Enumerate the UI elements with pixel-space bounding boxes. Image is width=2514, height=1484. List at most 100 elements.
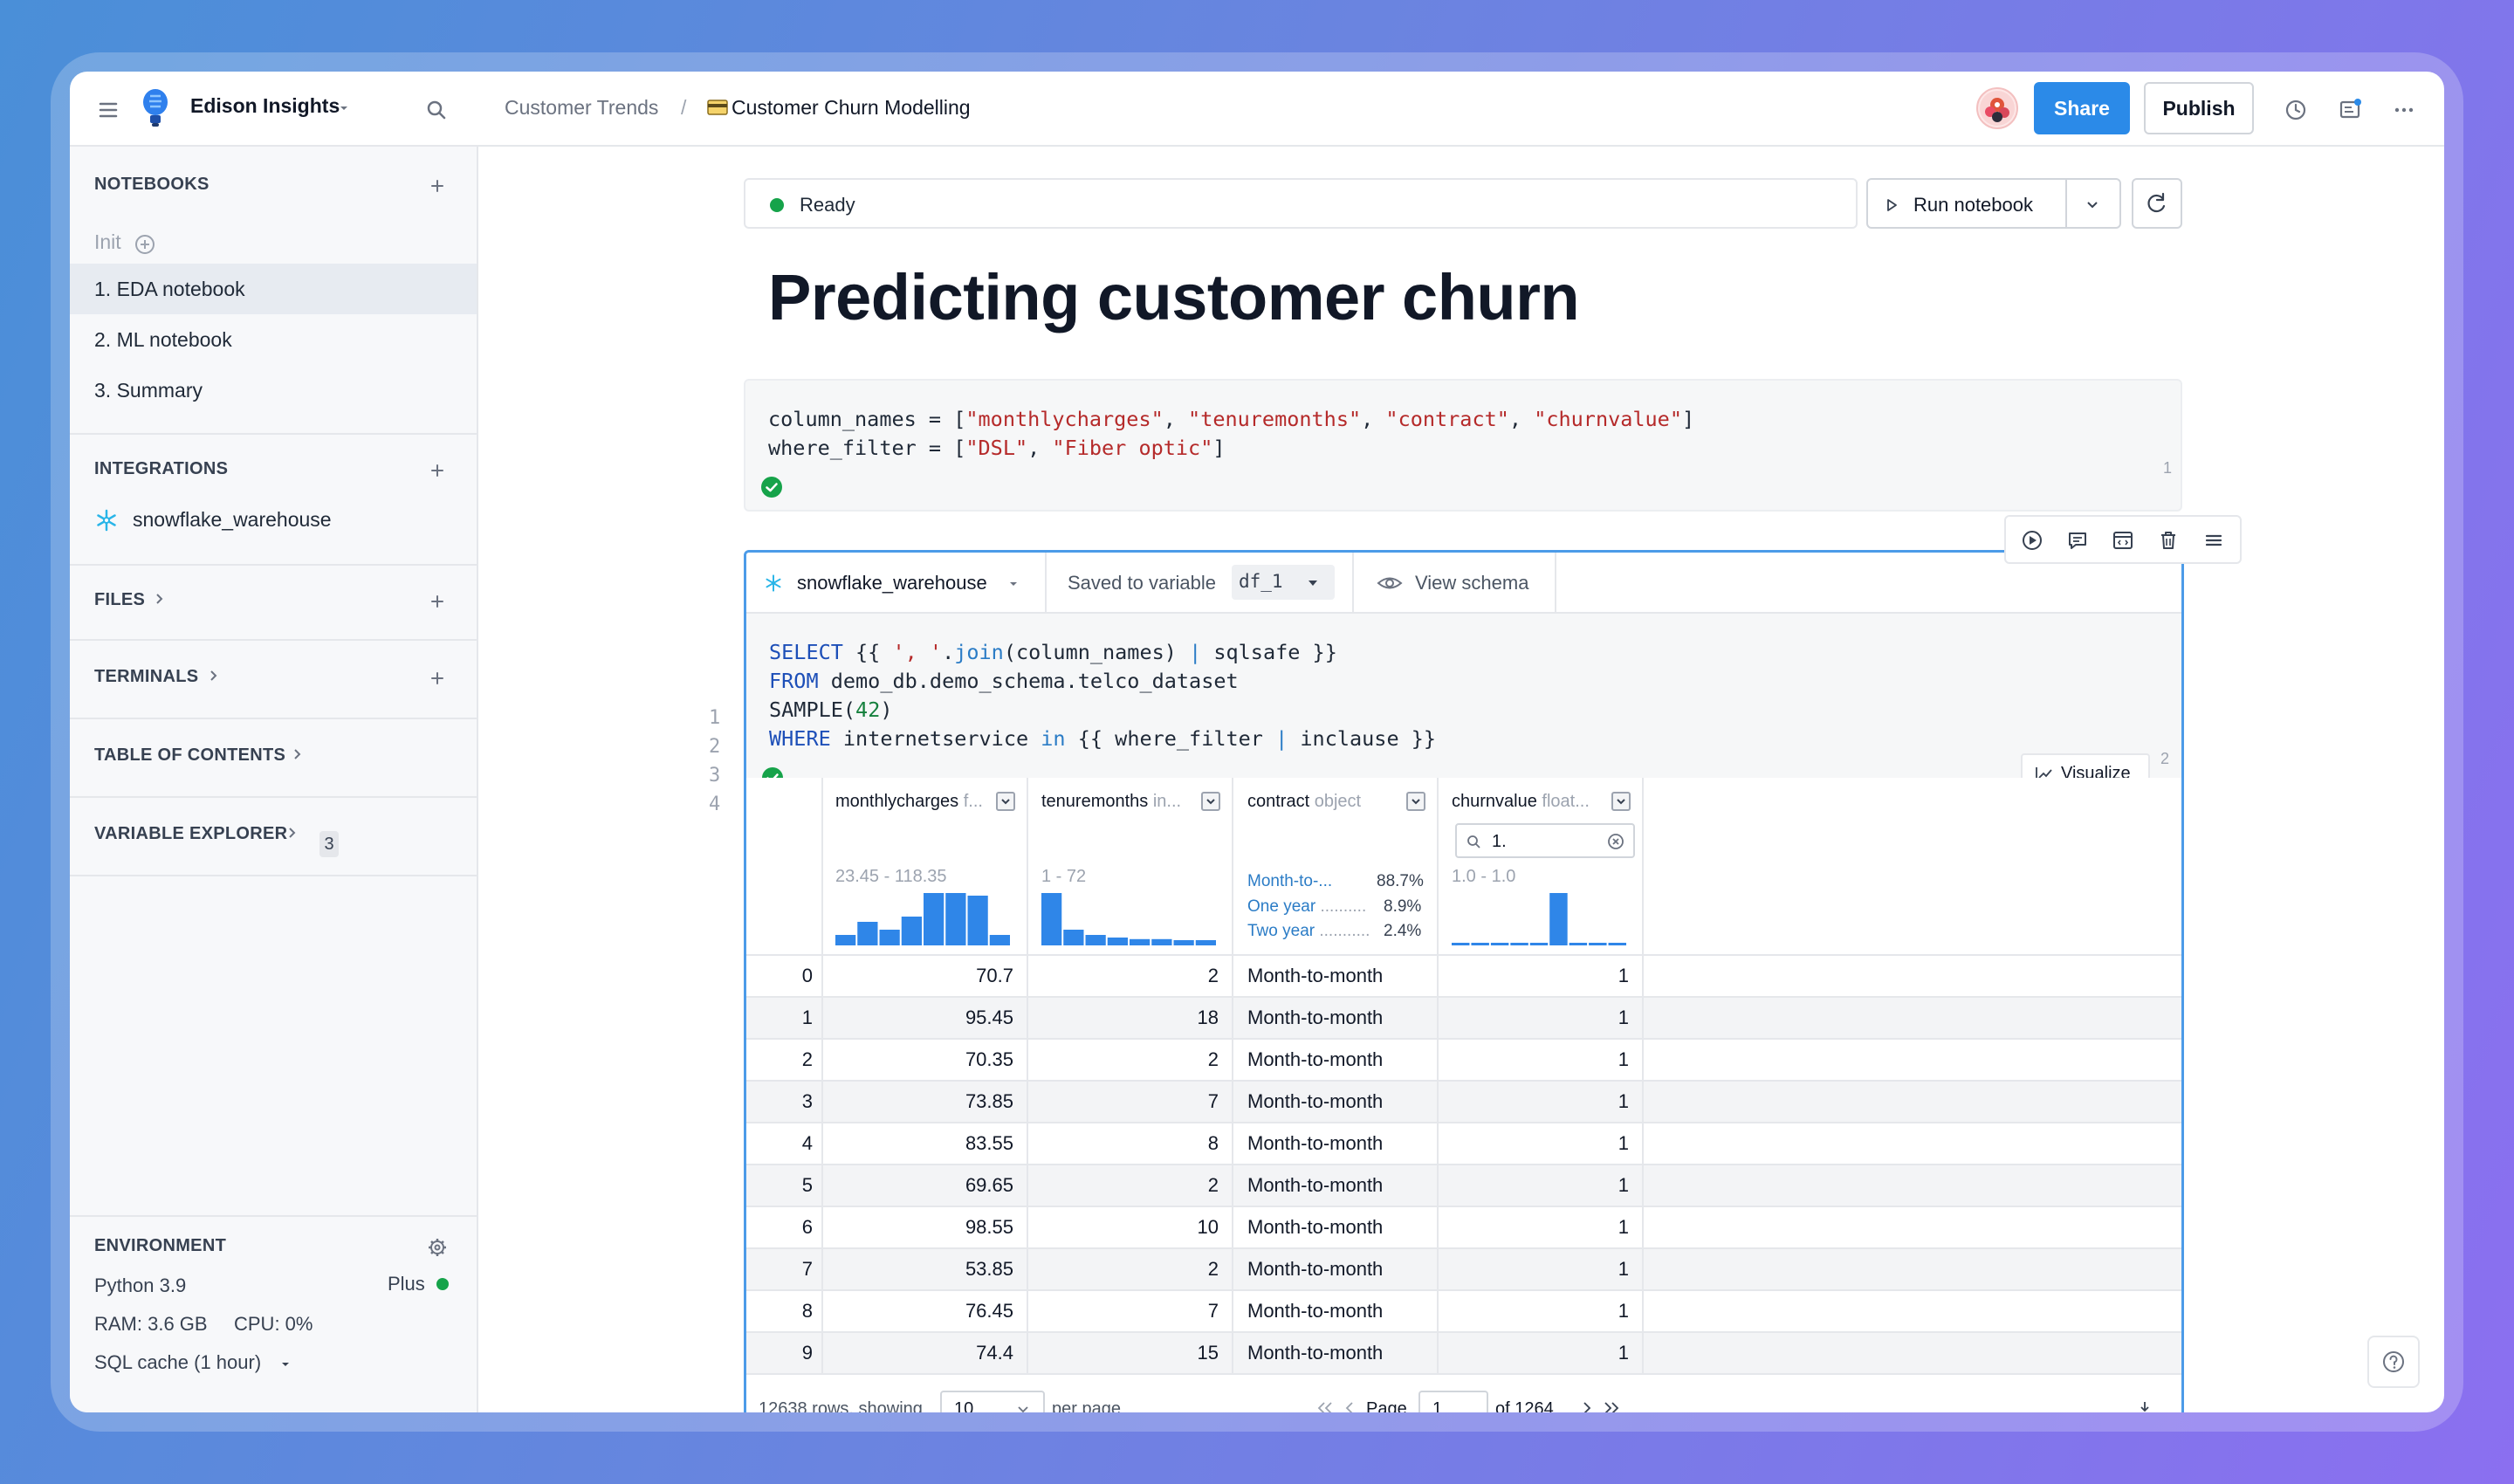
- chevron-down-icon[interactable]: [1015, 1401, 1031, 1412]
- run-notebook-button[interactable]: Run notebook: [1866, 178, 2121, 229]
- search-icon[interactable]: [419, 93, 454, 127]
- gear-icon[interactable]: [424, 1234, 450, 1261]
- code-view-icon[interactable]: [2111, 528, 2135, 553]
- first-page-icon[interactable]: [1314, 1399, 1336, 1412]
- add-circle-icon[interactable]: [133, 232, 157, 257]
- notebooks-section-title: NOTEBOOKS: [94, 175, 210, 194]
- init-notebook-label[interactable]: Init: [94, 230, 121, 254]
- sql-editor[interactable]: SELECT {{ ', '.join(column_names) | sqls…: [746, 614, 2181, 778]
- column-divider: [1642, 778, 1644, 956]
- table-row[interactable]: 4 83.55 8 Month-to-month 1: [746, 1123, 2181, 1165]
- filter-value[interactable]: 1.: [1492, 832, 1507, 852]
- cell-monthlycharges: 76.45: [965, 1300, 1013, 1322]
- table-row[interactable]: 1 95.45 18 Month-to-month 1: [746, 998, 2181, 1040]
- comment-icon[interactable]: [2065, 528, 2090, 553]
- download-icon[interactable]: [2136, 1399, 2153, 1412]
- column-menu-button[interactable]: [1201, 792, 1220, 811]
- table-row[interactable]: 5 69.65 2 Month-to-month 1: [746, 1165, 2181, 1207]
- more-options-icon[interactable]: [2387, 93, 2421, 127]
- category-month-to-month[interactable]: Month-to-...: [1247, 872, 1332, 891]
- table-row[interactable]: 7 53.85 2 Month-to-month 1: [746, 1249, 2181, 1291]
- variable-caret-icon[interactable]: [1305, 575, 1321, 591]
- run-options-chevron-down-icon[interactable]: [2083, 196, 2102, 215]
- sidebar-item-summary[interactable]: 3. Summary: [70, 365, 477, 416]
- cell-monthlycharges: 98.55: [965, 1216, 1013, 1238]
- column-filter-input[interactable]: 1.: [1455, 823, 1635, 858]
- row-index: 2: [801, 1048, 813, 1070]
- warehouse-selector[interactable]: snowflake_warehouse: [797, 572, 987, 594]
- table-row[interactable]: 8 76.45 7 Month-to-month 1: [746, 1291, 2181, 1333]
- column-header-monthlycharges[interactable]: monthlycharges f...: [835, 792, 983, 812]
- run-cell-icon[interactable]: [2020, 528, 2044, 553]
- column-menu-button[interactable]: [1406, 792, 1425, 811]
- integration-snowflake-warehouse[interactable]: snowflake_warehouse: [133, 508, 332, 532]
- comments-icon[interactable]: [2332, 93, 2367, 127]
- add-terminal-plus-icon[interactable]: [424, 665, 450, 691]
- view-schema-button[interactable]: View schema: [1415, 572, 1528, 594]
- page-number-value[interactable]: 1: [1432, 1399, 1442, 1412]
- breadcrumb-notebook[interactable]: Customer Churn Modelling: [732, 96, 971, 120]
- table-row[interactable]: 9 74.4 15 Month-to-month 1: [746, 1333, 2181, 1375]
- help-button[interactable]: [2367, 1336, 2420, 1388]
- table-row[interactable]: 0 70.7 2 Month-to-month 1: [746, 956, 2181, 998]
- app-name[interactable]: Edison Insights: [190, 94, 340, 118]
- sidebar-divider: [70, 564, 478, 566]
- per-page-value[interactable]: 10: [954, 1399, 973, 1412]
- sql-cache-caret-icon[interactable]: [278, 1357, 293, 1372]
- terminals-chevron-right-icon[interactable]: [204, 667, 222, 684]
- previous-page-icon[interactable]: [1342, 1399, 1357, 1412]
- toc-chevron-right-icon[interactable]: [288, 745, 306, 763]
- category-two-year[interactable]: Two year ...........: [1247, 922, 1370, 941]
- sidebar-item-eda-notebook[interactable]: 1. EDA notebook: [70, 264, 477, 314]
- environment-section-title: ENVIRONMENT: [94, 1236, 227, 1255]
- python-code[interactable]: column_names = ["monthlycharges", "tenur…: [768, 405, 1694, 463]
- histogram-bar: [857, 922, 878, 945]
- next-page-icon[interactable]: [1579, 1399, 1595, 1412]
- table-row[interactable]: 3 73.85 7 Month-to-month 1: [746, 1082, 2181, 1123]
- files-section-title[interactable]: FILES: [94, 590, 145, 610]
- per-page-select[interactable]: 10: [940, 1391, 1045, 1412]
- delete-trash-icon[interactable]: [2156, 528, 2181, 553]
- variable-explorer-section-title[interactable]: VARIABLE EXPLORER: [94, 824, 287, 844]
- variable-explorer-chevron-right-icon[interactable]: [283, 824, 300, 842]
- column-menu-button[interactable]: [996, 792, 1015, 811]
- history-clock-icon[interactable]: [2278, 93, 2313, 127]
- sql-cache-selector[interactable]: SQL cache (1 hour): [94, 1351, 261, 1374]
- table-row[interactable]: 6 98.55 10 Month-to-month 1: [746, 1207, 2181, 1249]
- sql-cell-header: snowflake_warehouse Saved to variable df…: [746, 553, 2181, 614]
- category-one-year[interactable]: One year ..........: [1247, 897, 1366, 917]
- clear-filter-icon[interactable]: [1607, 833, 1624, 850]
- variable-name[interactable]: df_1: [1239, 571, 1283, 592]
- column-header-contract[interactable]: contract object: [1247, 792, 1361, 812]
- table-row[interactable]: 2 70.35 2 Month-to-month 1: [746, 1040, 2181, 1082]
- run-notebook-label[interactable]: Run notebook: [1913, 194, 2033, 216]
- cell-monthlycharges: 95.45: [965, 1007, 1013, 1028]
- cell-menu-icon[interactable]: [2201, 528, 2226, 553]
- last-page-icon[interactable]: [1600, 1399, 1623, 1412]
- add-notebook-plus-icon[interactable]: [424, 173, 450, 199]
- eye-icon[interactable]: [1377, 574, 1403, 593]
- page-number-input[interactable]: 1: [1418, 1391, 1488, 1412]
- breadcrumb-project[interactable]: Customer Trends: [505, 96, 658, 120]
- refresh-button[interactable]: [2132, 178, 2182, 229]
- warehouse-caret-icon[interactable]: [1006, 577, 1020, 591]
- variable-name-dropdown[interactable]: df_1: [1232, 565, 1335, 600]
- files-chevron-right-icon[interactable]: [150, 590, 168, 608]
- terminals-section-title[interactable]: TERMINALS: [94, 667, 198, 687]
- refresh-icon: [2147, 192, 2166, 213]
- share-button[interactable]: Share: [2034, 82, 2130, 134]
- sql-code[interactable]: SELECT {{ ', '.join(column_names) | sqls…: [769, 638, 1436, 753]
- python-code-cell[interactable]: column_names = ["monthlycharges", "tenur…: [744, 379, 2182, 512]
- add-file-plus-icon[interactable]: [424, 588, 450, 615]
- table-of-contents-section-title[interactable]: TABLE OF CONTENTS: [94, 745, 285, 766]
- publish-button[interactable]: Publish: [2144, 82, 2254, 134]
- add-integration-plus-icon[interactable]: [424, 457, 450, 484]
- sql-cell[interactable]: snowflake_warehouse Saved to variable df…: [744, 550, 2184, 1412]
- column-menu-button[interactable]: [1611, 792, 1631, 811]
- column-header-churnvalue[interactable]: churnvalue float...: [1452, 792, 1590, 812]
- hamburger-menu-icon[interactable]: [91, 93, 126, 127]
- app-menu-caret-icon[interactable]: [335, 100, 353, 117]
- sidebar-item-ml-notebook[interactable]: 2. ML notebook: [70, 314, 477, 365]
- column-header-tenuremonths[interactable]: tenuremonths in...: [1041, 792, 1181, 812]
- user-avatar[interactable]: [1976, 87, 2018, 129]
